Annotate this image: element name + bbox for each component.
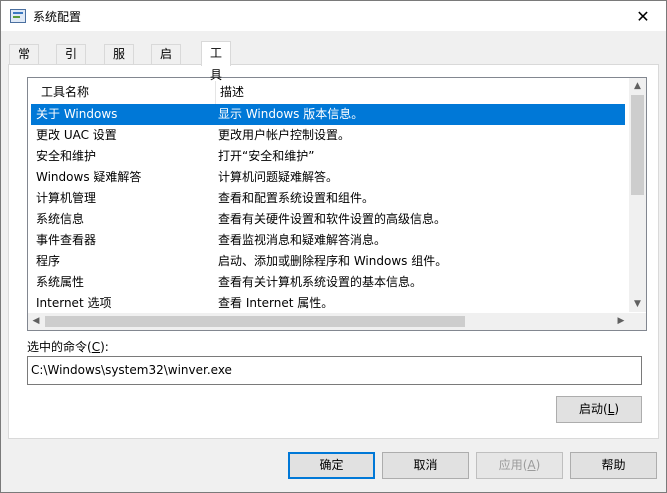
list-item[interactable]: 事件查看器 查看监视消息和疑难解答消息。: [31, 230, 625, 251]
tool-name-cell: 系统属性: [36, 275, 85, 289]
launch-suffix: ): [614, 402, 620, 416]
list-header: 工具名称 描述: [37, 81, 629, 104]
tool-description-cell: 查看 Internet 属性。: [218, 296, 334, 310]
list-rows: 关于 Windows 显示 Windows 版本信息。更改 UAC 设置 更改用户帐…: [31, 104, 625, 314]
apply-access-key: A: [527, 458, 536, 472]
column-header-tool-name[interactable]: 工具名称: [37, 81, 216, 104]
tab-boot[interactable]: 引导: [56, 44, 87, 80]
tool-name-cell: 关于 Windows: [36, 107, 118, 121]
scroll-left-icon[interactable]: ◀: [28, 313, 44, 330]
tool-name-cell: 事件查看器: [36, 233, 97, 247]
scroll-down-icon[interactable]: ▼: [629, 296, 646, 312]
close-icon[interactable]: ✕: [620, 1, 666, 31]
tab-general[interactable]: 常规: [9, 44, 40, 80]
list-item[interactable]: Internet 选项 查看 Internet 属性。: [31, 293, 625, 314]
tool-name-cell: 安全和维护: [36, 149, 97, 163]
apply-label: 应用(: [498, 458, 528, 472]
tool-description-cell: 更改用户帐户控制设置。: [218, 128, 351, 142]
tool-name-cell: 系统信息: [36, 212, 85, 226]
list-item[interactable]: 程序 启动、添加或删除程序和 Windows 组件。: [31, 251, 625, 272]
tool-description-cell: 启动、添加或删除程序和 Windows 组件。: [218, 254, 448, 268]
cancel-button[interactable]: 取消: [382, 452, 469, 479]
column-header-description[interactable]: 描述: [216, 81, 629, 104]
tool-name-cell: 程序: [36, 254, 61, 268]
tools-list[interactable]: 工具名称 描述 关于 Windows 显示 Windows 版本信息。更改 UAC…: [27, 77, 647, 331]
apply-button[interactable]: 应用(A): [476, 452, 563, 479]
window-title: 系统配置: [33, 10, 82, 24]
tab-services[interactable]: 服务: [104, 44, 135, 80]
horizontal-scrollbar[interactable]: ◀ ▶: [28, 313, 629, 330]
tool-name-cell: Internet 选项: [36, 296, 112, 310]
tool-name-cell: Windows 疑难解答: [36, 170, 142, 184]
list-item[interactable]: 安全和维护 打开“安全和维护”: [31, 146, 625, 167]
tool-description-cell: 查看和配置系统设置和组件。: [218, 191, 375, 205]
tool-description-cell: 查看有关硬件设置和软件设置的高级信息。: [218, 212, 447, 226]
tools-tab-panel: 工具名称 描述 关于 Windows 显示 Windows 版本信息。更改 UAC…: [8, 64, 659, 439]
selected-command-label: 选中的命令(C):: [27, 338, 109, 355]
launch-label: 启动(: [578, 402, 608, 416]
horizontal-scroll-thumb[interactable]: [45, 316, 465, 327]
tool-description-cell: 查看监视消息和疑难解答消息。: [218, 233, 387, 247]
label-access-key: C: [91, 340, 101, 354]
list-item[interactable]: 更改 UAC 设置 更改用户帐户控制设置。: [31, 125, 625, 146]
tool-name-cell: 计算机管理: [36, 191, 97, 205]
list-item[interactable]: 系统信息 查看有关硬件设置和软件设置的高级信息。: [31, 209, 625, 230]
list-item[interactable]: 系统属性 查看有关计算机系统设置的基本信息。: [31, 272, 625, 293]
tab-tools[interactable]: 工具: [201, 41, 232, 82]
selected-command-field[interactable]: C:\Windows\system32\winver.exe: [27, 356, 642, 385]
launch-button[interactable]: 启动(L): [556, 396, 642, 423]
scroll-up-icon[interactable]: ▲: [629, 78, 646, 94]
ok-button[interactable]: 确定: [288, 452, 375, 479]
list-item[interactable]: 计算机管理 查看和配置系统设置和组件。: [31, 188, 625, 209]
vertical-scrollbar[interactable]: ▲ ▼: [629, 78, 646, 312]
label-suffix: ):: [100, 340, 109, 354]
list-item[interactable]: Windows 疑难解答 计算机问题疑难解答。: [31, 167, 625, 188]
label-text: 选中的命令(: [27, 340, 92, 354]
system-config-window: 系统配置 ✕ 常规 引导 服务 启动 工具 工具名称 描述 关于 Windows…: [0, 0, 667, 493]
tool-description-cell: 计算机问题疑难解答。: [218, 170, 339, 184]
system-config-icon: [10, 9, 26, 23]
tool-description-cell: 打开“安全和维护”: [218, 149, 315, 163]
tool-name-cell: 更改 UAC 设置: [36, 128, 117, 142]
tool-description-cell: 查看有关计算机系统设置的基本信息。: [218, 275, 423, 289]
tool-description-cell: 显示 Windows 版本信息。: [218, 107, 364, 121]
help-button[interactable]: 帮助: [570, 452, 657, 479]
vertical-scroll-thumb[interactable]: [631, 95, 644, 195]
scrollbar-corner: [629, 313, 646, 330]
apply-suffix: ): [535, 458, 541, 472]
scroll-right-icon[interactable]: ▶: [613, 313, 629, 330]
tab-startup[interactable]: 启动: [151, 44, 182, 80]
list-item[interactable]: 关于 Windows 显示 Windows 版本信息。: [31, 104, 625, 125]
title-bar[interactable]: 系统配置 ✕: [1, 1, 666, 31]
